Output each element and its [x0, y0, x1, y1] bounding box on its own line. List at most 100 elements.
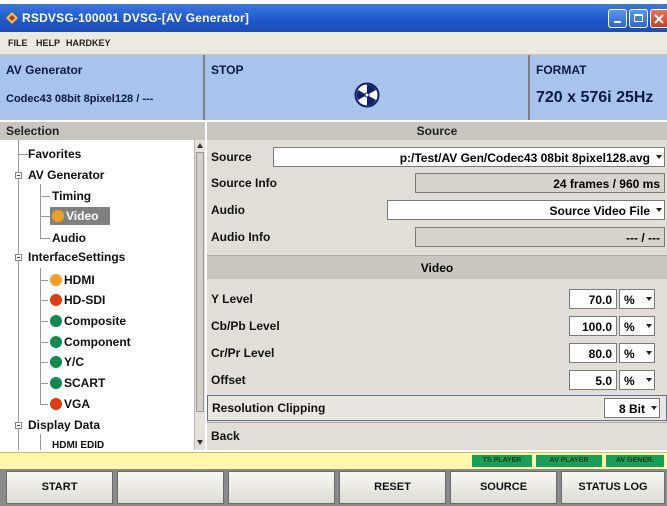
format-label: FORMAT: [536, 63, 587, 77]
softkey-2[interactable]: [117, 471, 224, 504]
tree-line: [40, 238, 50, 239]
close-icon: [654, 14, 664, 24]
tree-item-vga[interactable]: VGA: [50, 395, 90, 413]
tree-item-label: Composite: [64, 314, 127, 328]
generator-value: Codec43 08bit 8pixel128 / ---: [6, 93, 154, 105]
menu-hardkey[interactable]: HARDKEY: [66, 38, 111, 48]
tree-line: [40, 216, 50, 217]
tree-item-timing[interactable]: Timing: [52, 187, 91, 205]
scroll-down-icon[interactable]: [197, 440, 203, 445]
app-icon: [6, 12, 18, 24]
tree-line: [40, 362, 48, 363]
status-log-button[interactable]: STATUS LOG: [561, 471, 665, 504]
cr-level-label: Cr/Pr Level: [211, 346, 275, 360]
tree-line: [40, 404, 48, 405]
tree-line: [40, 300, 48, 301]
maximize-icon: [634, 14, 643, 22]
indicator-av-generator: AV GENER.: [606, 455, 664, 467]
tree-item-label: Y/C: [64, 355, 85, 369]
unit-label: %: [624, 293, 635, 307]
tree-line: [40, 434, 41, 450]
reel-icon: [354, 82, 380, 108]
indicator-av-player: AV PLAYER: [536, 455, 602, 467]
reset-button[interactable]: RESET: [339, 471, 446, 504]
tree-item-av-generator[interactable]: AV Generator: [28, 166, 104, 184]
title-bar: RSDVSG-100001 DVSG-[AV Generator]: [0, 4, 667, 32]
source-header: Source: [207, 122, 667, 140]
y-level-input[interactable]: 70.0: [569, 289, 617, 309]
tree-item-label: Video: [66, 209, 99, 223]
chevron-down-icon: [656, 208, 662, 212]
status-dot-red: [50, 294, 62, 306]
unit-label: %: [624, 347, 635, 361]
resolution-clipping-select[interactable]: 8 Bit: [604, 398, 660, 418]
generator-label: AV Generator: [6, 63, 83, 77]
y-level-row: Y Level 70.0 %: [207, 286, 667, 312]
generator-info: AV Generator Codec43 08bit 8pixel128 / -…: [0, 55, 205, 120]
status-dot-red: [50, 398, 62, 410]
tree-item-component[interactable]: Component: [50, 333, 131, 351]
source-select[interactable]: p:/Test/AV Gen/Codec43 08bit 8pixel128.a…: [273, 147, 665, 167]
tree-scrollbar[interactable]: [194, 140, 205, 450]
offset-unit-select[interactable]: %: [619, 370, 655, 390]
tree-item-interface-settings[interactable]: InterfaceSettings: [28, 248, 125, 266]
tree-item-video[interactable]: Video: [50, 207, 111, 225]
tree-item-hdmi-edid[interactable]: HDMI EDID: [52, 437, 104, 450]
cr-level-input[interactable]: 80.0: [569, 343, 617, 363]
chevron-down-icon: [651, 406, 657, 410]
chevron-down-icon: [646, 378, 652, 382]
audio-value: Source Video File: [549, 204, 650, 218]
audio-info-row: Audio Info --- / ---: [207, 224, 667, 250]
tree-item-yc[interactable]: Y/C: [50, 353, 84, 371]
scroll-thumb[interactable]: [196, 152, 204, 412]
offset-row: Offset 5.0 %: [207, 367, 667, 393]
format-value: 720 x 576i 25Hz: [536, 89, 654, 106]
close-button[interactable]: [650, 9, 667, 28]
window-title: RSDVSG-100001 DVSG-[AV Generator]: [22, 11, 250, 25]
maximize-button[interactable]: [629, 9, 648, 28]
scroll-up-icon[interactable]: [197, 143, 203, 148]
y-level-unit-select[interactable]: %: [619, 289, 655, 309]
source-button[interactable]: SOURCE: [450, 471, 557, 504]
expand-toggle[interactable]: [15, 254, 22, 261]
tree-item-label: HDMI: [64, 273, 95, 287]
menu-file[interactable]: FILE: [8, 38, 28, 48]
status-dot-orange: [52, 210, 64, 222]
start-button[interactable]: START: [6, 471, 113, 504]
source-value: p:/Test/AV Gen/Codec43 08bit 8pixel128.a…: [399, 151, 650, 165]
audio-info-value: --- / ---: [415, 227, 665, 247]
tree-item-hdmi[interactable]: HDMI: [50, 271, 95, 289]
format-info: FORMAT 720 x 576i 25Hz: [530, 55, 667, 120]
resolution-clipping-row: Resolution Clipping 8 Bit: [207, 395, 667, 421]
chevron-down-icon: [646, 351, 652, 355]
softkey-3[interactable]: [228, 471, 335, 504]
cr-level-unit-select[interactable]: %: [619, 343, 655, 363]
tree-item-scart[interactable]: SCART: [50, 374, 105, 392]
expand-toggle[interactable]: [15, 172, 22, 179]
unit-label: %: [624, 320, 635, 334]
tree-line: [40, 321, 48, 322]
resolution-clipping-label: Resolution Clipping: [212, 401, 326, 415]
expand-toggle[interactable]: [15, 422, 22, 429]
tree-item-composite[interactable]: Composite: [50, 312, 126, 330]
source-panel: Source p:/Test/AV Gen/Codec43 08bit 8pix…: [207, 140, 667, 450]
offset-input[interactable]: 5.0: [569, 370, 617, 390]
cb-level-unit-select[interactable]: %: [619, 316, 655, 336]
back-label: Back: [211, 429, 240, 443]
chevron-down-icon: [656, 155, 662, 159]
tree-item-audio[interactable]: Audio: [52, 229, 86, 247]
selection-header: Selection: [0, 122, 205, 140]
offset-label: Offset: [211, 373, 246, 387]
tree-item-hd-sdi[interactable]: HD-SDI: [50, 291, 105, 309]
indicator-ts-player: TS PLAYER: [472, 455, 532, 467]
back-row[interactable]: Back: [207, 422, 667, 449]
minimize-button[interactable]: [608, 9, 627, 28]
y-level-label: Y Level: [211, 292, 253, 306]
audio-select[interactable]: Source Video File: [387, 200, 665, 220]
tree-line: [40, 342, 48, 343]
cb-level-input[interactable]: 100.0: [569, 316, 617, 336]
tree-item-display-data[interactable]: Display Data: [28, 416, 100, 434]
menu-help[interactable]: HELP: [36, 38, 60, 48]
source-label: Source: [211, 150, 252, 164]
tree-item-favorites[interactable]: Favorites: [28, 145, 81, 163]
